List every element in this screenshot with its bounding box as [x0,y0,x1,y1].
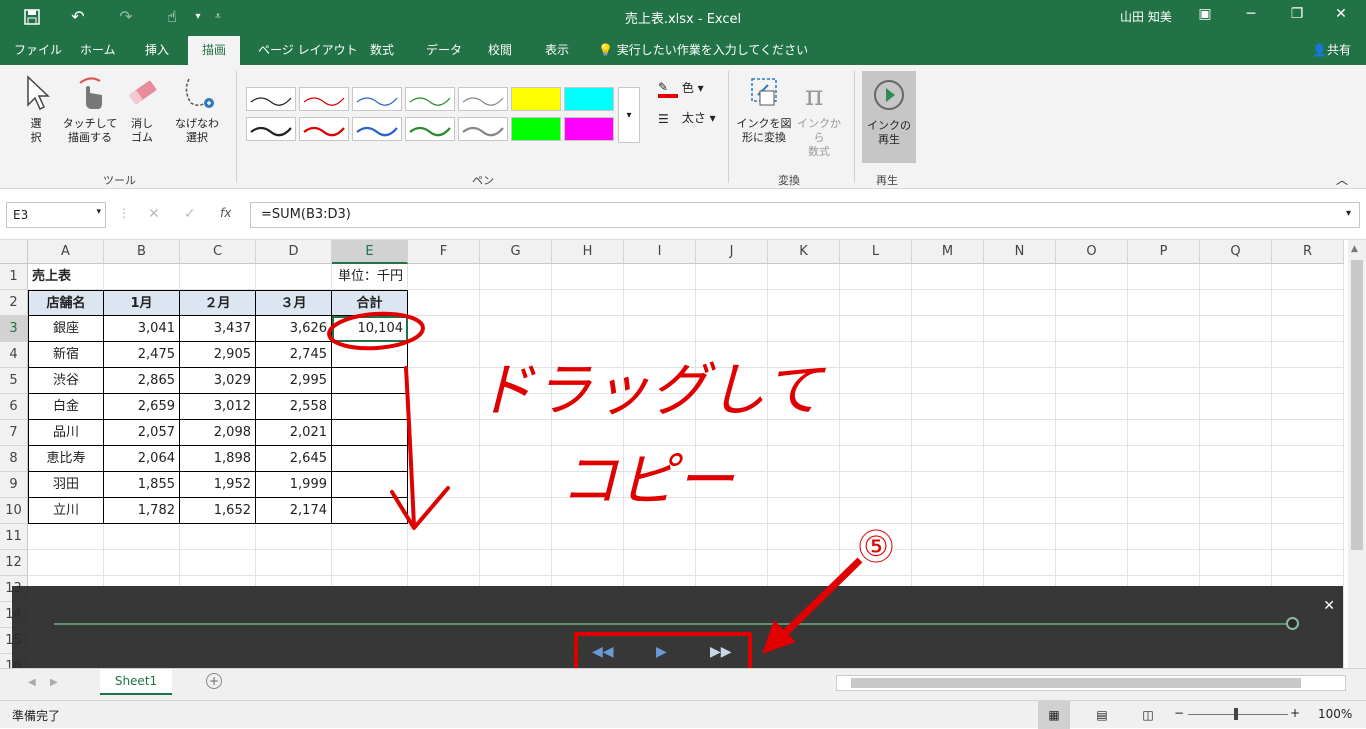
prev-sheet-icon[interactable]: ◀ [28,677,36,688]
zoom-out-icon[interactable]: − [1174,706,1184,720]
zoom-level[interactable]: 100% [1318,707,1352,721]
sheet-tab-bar: ◀ ▶ Sheet1 + [0,668,1366,700]
zoom-in-icon[interactable]: + [1290,706,1300,720]
sheet-tab-sheet1[interactable]: Sheet1 [100,669,172,695]
callout-arrow [775,557,863,643]
zoom-slider[interactable] [1188,714,1288,715]
zoom-slider-thumb[interactable] [1234,708,1238,720]
status-ready: 準備完了 [12,709,61,723]
page-break-view-icon[interactable]: ◫ [1136,701,1160,729]
h-scrollbar-thumb[interactable] [851,678,1301,688]
next-sheet-icon[interactable]: ▶ [50,677,58,688]
status-bar: 準備完了 ▦ ▤ ◫ − + 100% [0,700,1366,729]
normal-view-icon[interactable]: ▦ [1038,701,1070,729]
add-sheet-icon[interactable]: + [206,673,222,689]
step-number: ⑤ [863,530,888,563]
horizontal-scrollbar[interactable] [836,675,1346,691]
page-layout-view-icon[interactable]: ▤ [1090,701,1114,729]
callout-layer: ⑤ [762,529,893,654]
